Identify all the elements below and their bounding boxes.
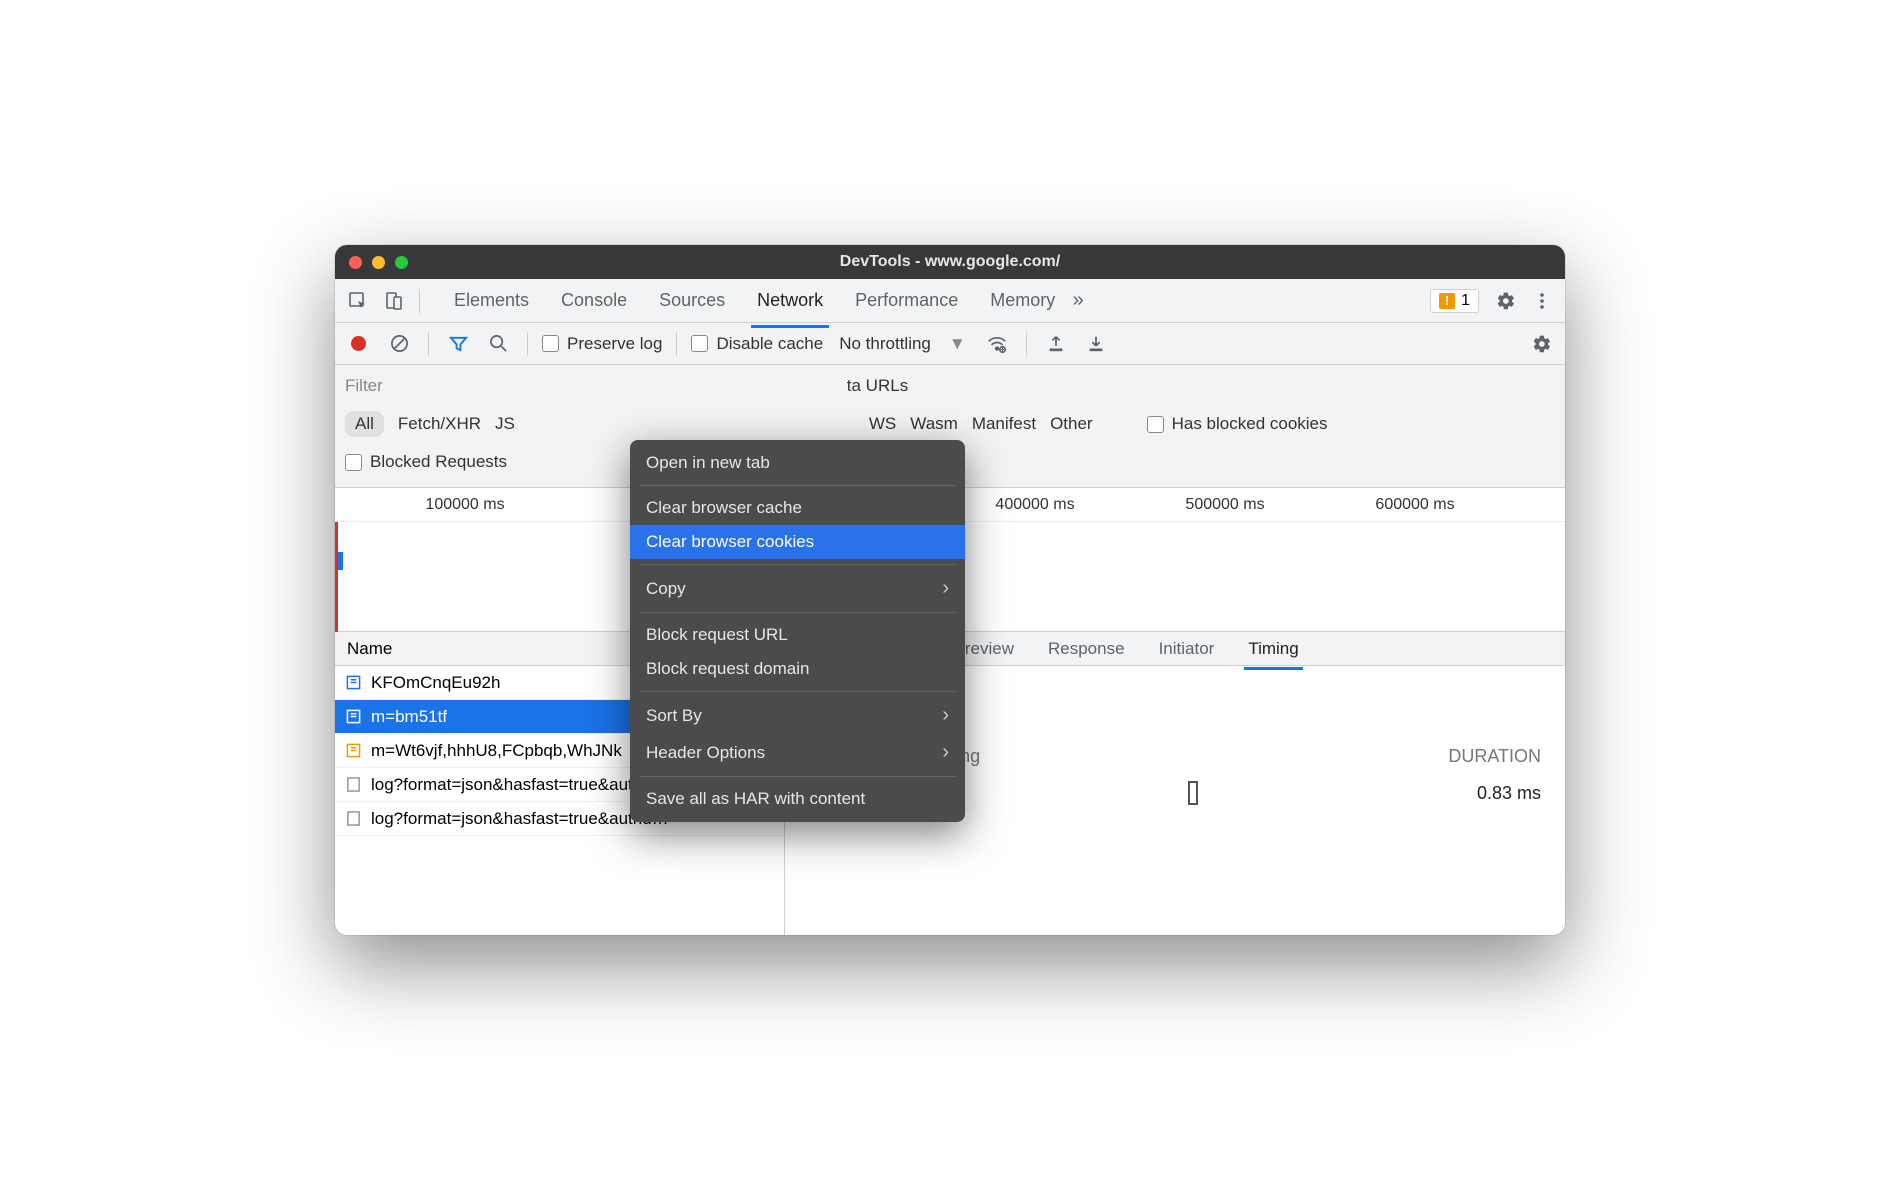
window-titlebar: DevTools - www.google.com/	[335, 245, 1565, 279]
more-tabs-button[interactable]: »	[1063, 286, 1093, 316]
filter-type-ws[interactable]: WS	[869, 414, 896, 434]
window-title: DevTools - www.google.com/	[335, 253, 1565, 271]
menu-item-copy[interactable]: Copy	[630, 570, 965, 607]
menu-item-label: Block request domain	[646, 659, 809, 679]
throttling-dropdown[interactable]: No throttling ▼	[839, 334, 966, 354]
detail-tab-timing[interactable]: Timing	[1246, 635, 1300, 663]
waterfall-selection-marker	[338, 552, 343, 570]
network-settings-icon[interactable]	[1527, 329, 1557, 359]
request-name: log?format=json&hasfast=true&authu…	[371, 775, 669, 795]
waterfall-tick: 400000 ms	[995, 496, 1074, 514]
filter-type-wasm[interactable]: Wasm	[910, 414, 958, 434]
menu-separator	[640, 485, 955, 486]
menu-item-label: Save all as HAR with content	[646, 789, 865, 809]
filter-type-other[interactable]: Other	[1050, 414, 1093, 434]
search-icon[interactable]	[483, 329, 513, 359]
tab-sources[interactable]: Sources	[657, 282, 727, 319]
record-button[interactable]	[351, 336, 366, 351]
preserve-log-checkbox[interactable]: Preserve log	[542, 334, 662, 354]
menu-separator	[640, 612, 955, 613]
disable-cache-label: Disable cache	[716, 334, 823, 354]
network-toolbar: Preserve log Disable cache No throttling…	[335, 323, 1565, 365]
inspect-element-icon[interactable]	[343, 286, 373, 316]
blocked-requests-label: Blocked Requests	[370, 452, 507, 472]
filter-type-all[interactable]: All	[345, 411, 384, 437]
request-type-icon	[345, 709, 361, 725]
settings-icon[interactable]	[1491, 286, 1521, 316]
chevron-right-icon	[942, 704, 949, 727]
request-name: m=bm51tf	[371, 707, 447, 727]
filter-type-fetch-xhr[interactable]: Fetch/XHR	[398, 414, 481, 434]
filter-input[interactable]: Filter	[345, 376, 383, 396]
menu-separator	[640, 776, 955, 777]
error-count: 1	[1461, 292, 1470, 310]
waterfall-tick: 100000 ms	[425, 496, 504, 514]
has-blocked-cookies-label: Has blocked cookies	[1172, 414, 1328, 434]
preserve-log-label: Preserve log	[567, 334, 662, 354]
filter-type-js[interactable]: JS	[495, 414, 515, 434]
menu-item-clear-browser-cache[interactable]: Clear browser cache	[630, 491, 965, 525]
waterfall-tick: 500000 ms	[1185, 496, 1264, 514]
menu-item-header-options[interactable]: Header Options	[630, 734, 965, 771]
export-har-icon[interactable]	[1081, 329, 1111, 359]
window-zoom-button[interactable]	[395, 256, 408, 269]
waterfall-tick: 600000 ms	[1375, 496, 1454, 514]
network-conditions-icon[interactable]	[982, 329, 1012, 359]
main-tabbar: Elements Console Sources Network Performance…	[335, 279, 1565, 323]
request-name: log?format=json&hasfast=true&authu…	[371, 809, 669, 829]
request-name: KFOmCnqEu92h	[371, 673, 500, 693]
toggle-device-toolbar-icon[interactable]	[379, 286, 409, 316]
detail-tab-initiator[interactable]: Initiator	[1157, 635, 1217, 663]
menu-item-save-all-as-har-with-content[interactable]: Save all as HAR with content	[630, 782, 965, 816]
request-type-icon	[345, 777, 361, 793]
timing-queueing-value: 0.83 ms	[1477, 783, 1541, 804]
kebab-menu-icon[interactable]	[1527, 286, 1557, 316]
menu-item-label: Clear browser cookies	[646, 532, 814, 552]
devtools-window: DevTools - www.google.com/ Elements Conso…	[335, 245, 1565, 935]
timing-duration-header: DURATION	[1448, 746, 1541, 767]
window-minimize-button[interactable]	[372, 256, 385, 269]
warning-icon: !	[1439, 293, 1455, 309]
filter-type-manifest[interactable]: Manifest	[972, 414, 1036, 434]
menu-item-block-request-domain[interactable]: Block request domain	[630, 652, 965, 686]
data-urls-fragment: ta URLs	[847, 376, 908, 396]
timing-queueing-bar	[1188, 781, 1198, 805]
menu-item-label: Clear browser cache	[646, 498, 802, 518]
context-menu: Open in new tab Clear browser cache Clear …	[630, 440, 965, 822]
request-type-icon	[345, 675, 361, 691]
menu-item-label: Block request URL	[646, 625, 788, 645]
request-type-icon	[345, 811, 361, 827]
menu-item-open-in-new-tab[interactable]: Open in new tab	[630, 446, 965, 480]
clear-icon[interactable]	[384, 329, 414, 359]
blocked-requests-checkbox[interactable]: Blocked Requests	[345, 452, 507, 472]
filter-toggle-icon[interactable]	[443, 329, 473, 359]
window-close-button[interactable]	[349, 256, 362, 269]
chevron-down-icon: ▼	[949, 334, 966, 354]
menu-item-clear-browser-cookies[interactable]: Clear browser cookies	[630, 525, 965, 559]
menu-item-label: Header Options	[646, 743, 765, 763]
disable-cache-checkbox[interactable]: Disable cache	[691, 334, 823, 354]
tab-console[interactable]: Console	[559, 282, 629, 319]
menu-item-label: Copy	[646, 579, 686, 599]
detail-tab-response[interactable]: Response	[1046, 635, 1127, 663]
tab-memory[interactable]: Memory	[988, 282, 1057, 319]
tab-elements[interactable]: Elements	[452, 282, 531, 319]
has-blocked-cookies-checkbox[interactable]: Has blocked cookies	[1147, 414, 1328, 434]
menu-item-label: Open in new tab	[646, 453, 770, 473]
chevron-right-icon	[942, 741, 949, 764]
request-name: m=Wt6vjf,hhhU8,FCpbqb,WhJNk	[371, 741, 622, 761]
request-type-icon	[345, 743, 361, 759]
menu-separator	[640, 691, 955, 692]
tab-network[interactable]: Network	[755, 282, 825, 319]
waterfall-load-line	[335, 522, 338, 632]
throttling-label: No throttling	[839, 334, 931, 354]
console-error-badge[interactable]: ! 1	[1430, 289, 1479, 313]
import-har-icon[interactable]	[1041, 329, 1071, 359]
menu-separator	[640, 564, 955, 565]
tab-performance[interactable]: Performance	[853, 282, 960, 319]
menu-item-block-request-url[interactable]: Block request URL	[630, 618, 965, 652]
menu-item-label: Sort By	[646, 706, 702, 726]
menu-item-sort-by[interactable]: Sort By	[630, 697, 965, 734]
chevron-right-icon	[942, 577, 949, 600]
